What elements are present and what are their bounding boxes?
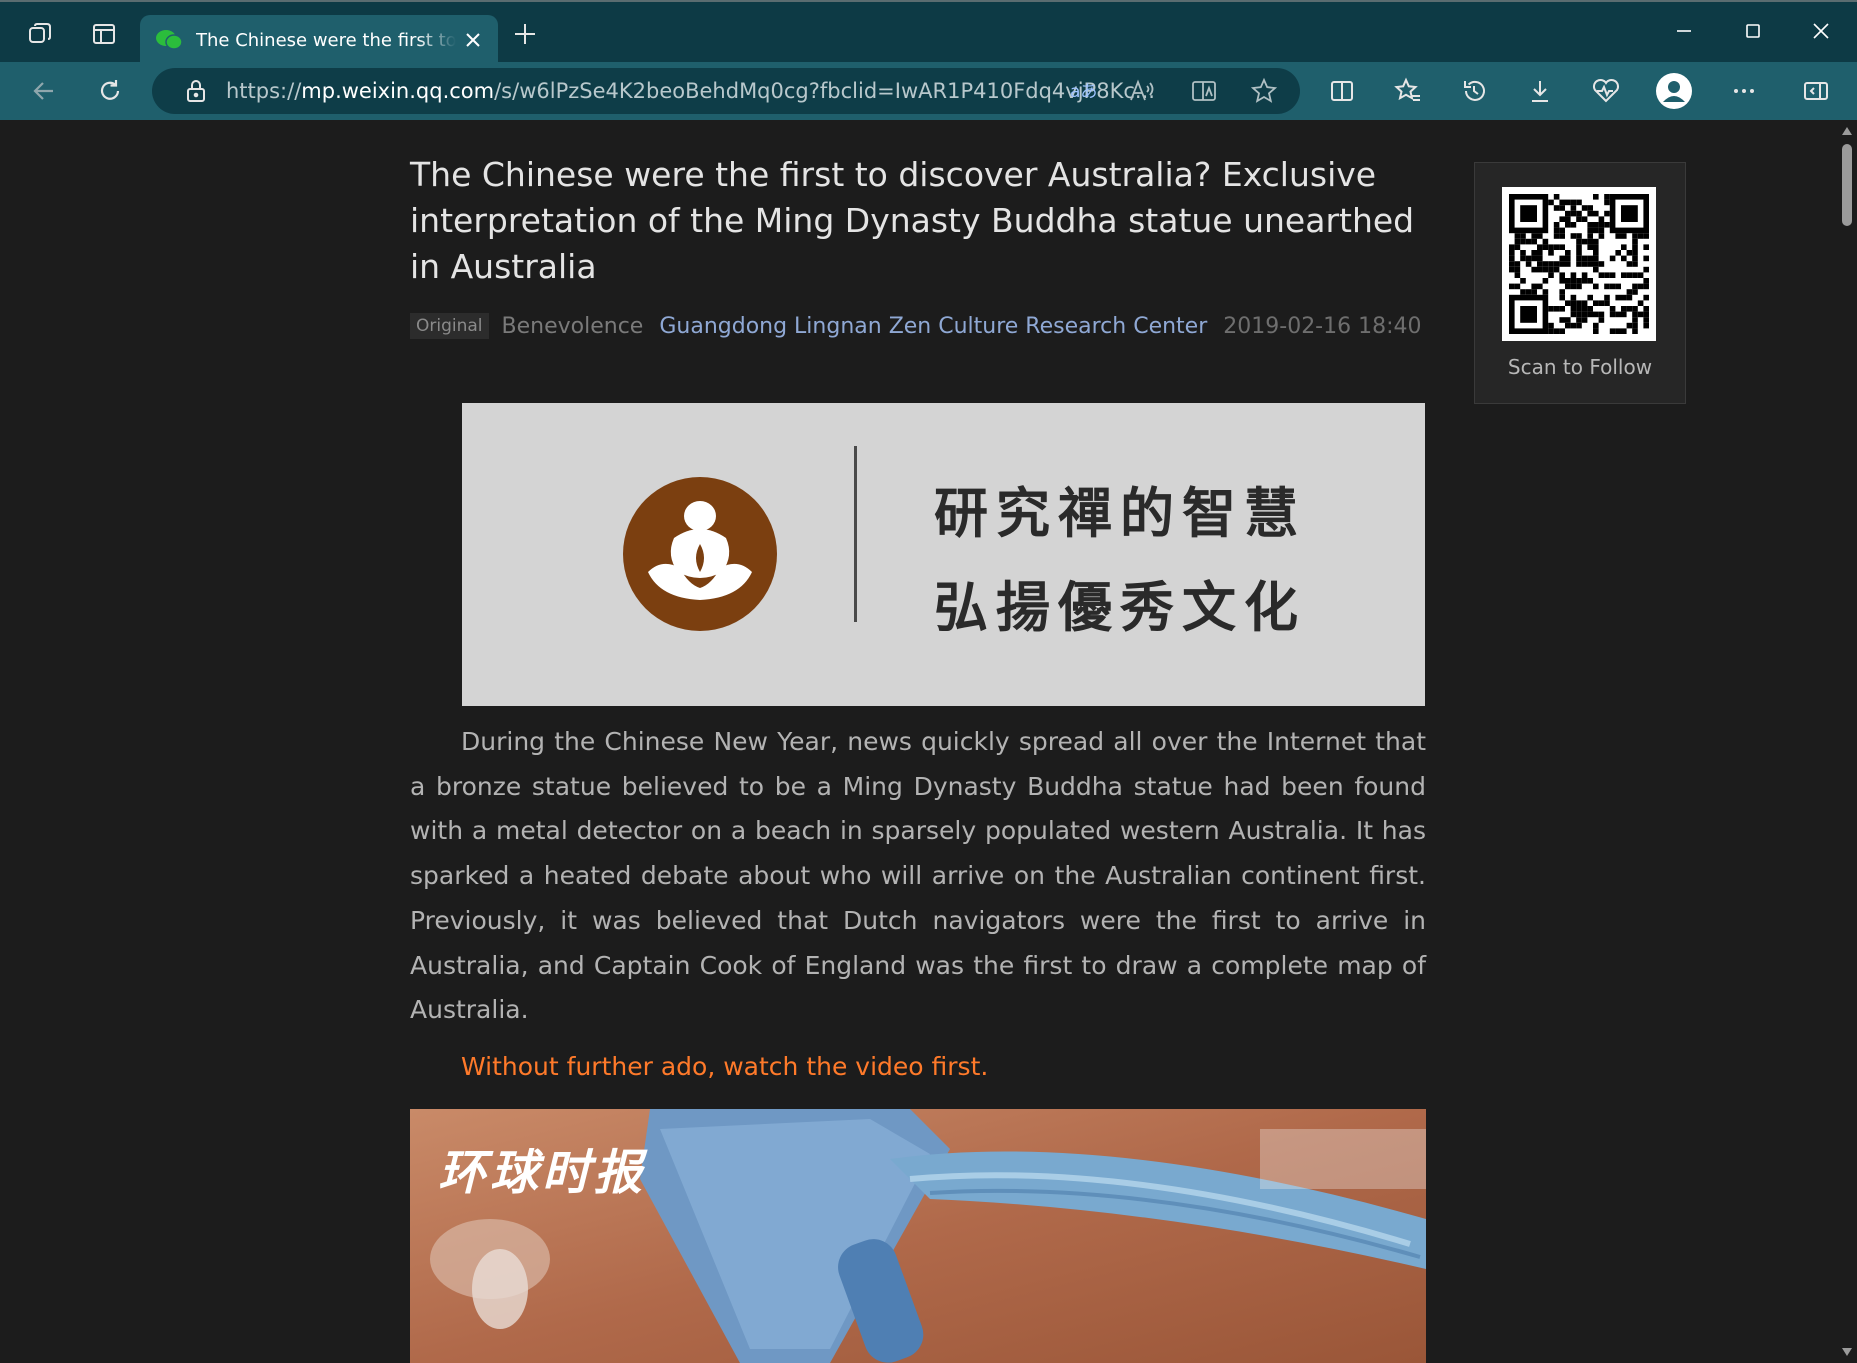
new-tab-icon[interactable] [503,12,547,56]
back-icon[interactable] [22,69,66,113]
page-scrollbar[interactable] [1837,120,1857,1363]
url-text[interactable]: https://mp.weixin.qq.com/s/w6lPzSe4K2beo… [226,68,1206,114]
banner-divider [854,446,857,622]
page-viewport: The Chinese were the first to discover A… [2,120,1837,1363]
tab-actions-icon[interactable] [82,12,126,56]
original-tag: Original [410,313,489,339]
video-player[interactable]: 环球时报 [410,1109,1426,1363]
banner-image: 研究禪的智慧 弘揚優秀文化 [462,403,1425,706]
browser-essentials-icon[interactable] [1584,69,1628,113]
scroll-down-icon[interactable] [1841,1347,1853,1357]
article-title: The Chinese were the first to discover A… [410,155,1415,286]
article-paragraph: During the Chinese New Year, news quickl… [410,727,1426,1025]
video-watermark: 环球时报 [438,1145,647,1201]
video-note: Without further ado, watch the video fir… [461,1052,989,1081]
browser-navbar: https://mp.weixin.qq.com/s/w6lPzSe4K2beo… [0,62,1857,120]
url-prefix: https:// [226,79,302,103]
account-link[interactable]: Guangdong Lingnan Zen Culture Research C… [659,314,1207,339]
address-bar[interactable]: https://mp.weixin.qq.com/s/w6lPzSe4K2beo… [152,68,1300,114]
lock-icon[interactable] [174,69,218,113]
immersive-reader-icon[interactable] [1182,69,1226,113]
tab-close-icon[interactable] [462,29,484,51]
tab-title: The Chinese were the first to discover A… [196,29,456,51]
sidebar-icon[interactable] [1794,69,1838,113]
scroll-thumb[interactable] [1842,144,1852,226]
banner-slogan-line2: 弘揚優秀文化 [934,575,1306,639]
svg-text:aあ: aあ [1070,82,1097,102]
workspaces-icon[interactable] [18,12,62,56]
split-screen-icon[interactable] [1320,69,1364,113]
minimize-icon[interactable] [1654,10,1714,52]
author-name: Benevolence [501,313,644,339]
qr-label: Scan to Follow [1507,355,1653,379]
qr-code-image [1502,187,1656,341]
read-aloud-icon[interactable] [1120,69,1164,113]
profile-avatar-icon[interactable] [1652,69,1696,113]
scroll-up-icon[interactable] [1841,126,1853,136]
active-tab[interactable]: The Chinese were the first to discover A… [140,15,498,65]
translate-icon[interactable]: aあ [1062,69,1106,113]
url-path: /s/w6lPzSe4K2beoBehdMq0cg?fbclid=IwAR1P4… [494,79,1155,103]
zen-lotus-logo-icon [623,477,777,631]
downloads-icon[interactable] [1518,69,1562,113]
article-meta: Original Benevolence Guangdong Lingnan Z… [410,310,1422,342]
refresh-icon[interactable] [88,69,132,113]
maximize-icon[interactable] [1723,10,1783,52]
favorite-star-icon[interactable] [1242,69,1286,113]
close-icon[interactable] [1791,10,1851,52]
qr-follow-panel: Scan to Follow [1474,162,1686,404]
more-icon[interactable] [1722,69,1766,113]
history-icon[interactable] [1452,69,1496,113]
qr-code-pattern-icon [1509,194,1649,334]
url-host: mp.weixin.qq.com [301,79,495,103]
banner-slogan-line1: 研究禪的智慧 [934,481,1306,545]
favorites-icon[interactable] [1386,69,1430,113]
publish-date: 2019-02-16 18:40 [1223,313,1422,339]
wechat-favicon-icon [156,30,182,50]
browser-titlebar: The Chinese were the first to discover A… [0,0,1857,65]
